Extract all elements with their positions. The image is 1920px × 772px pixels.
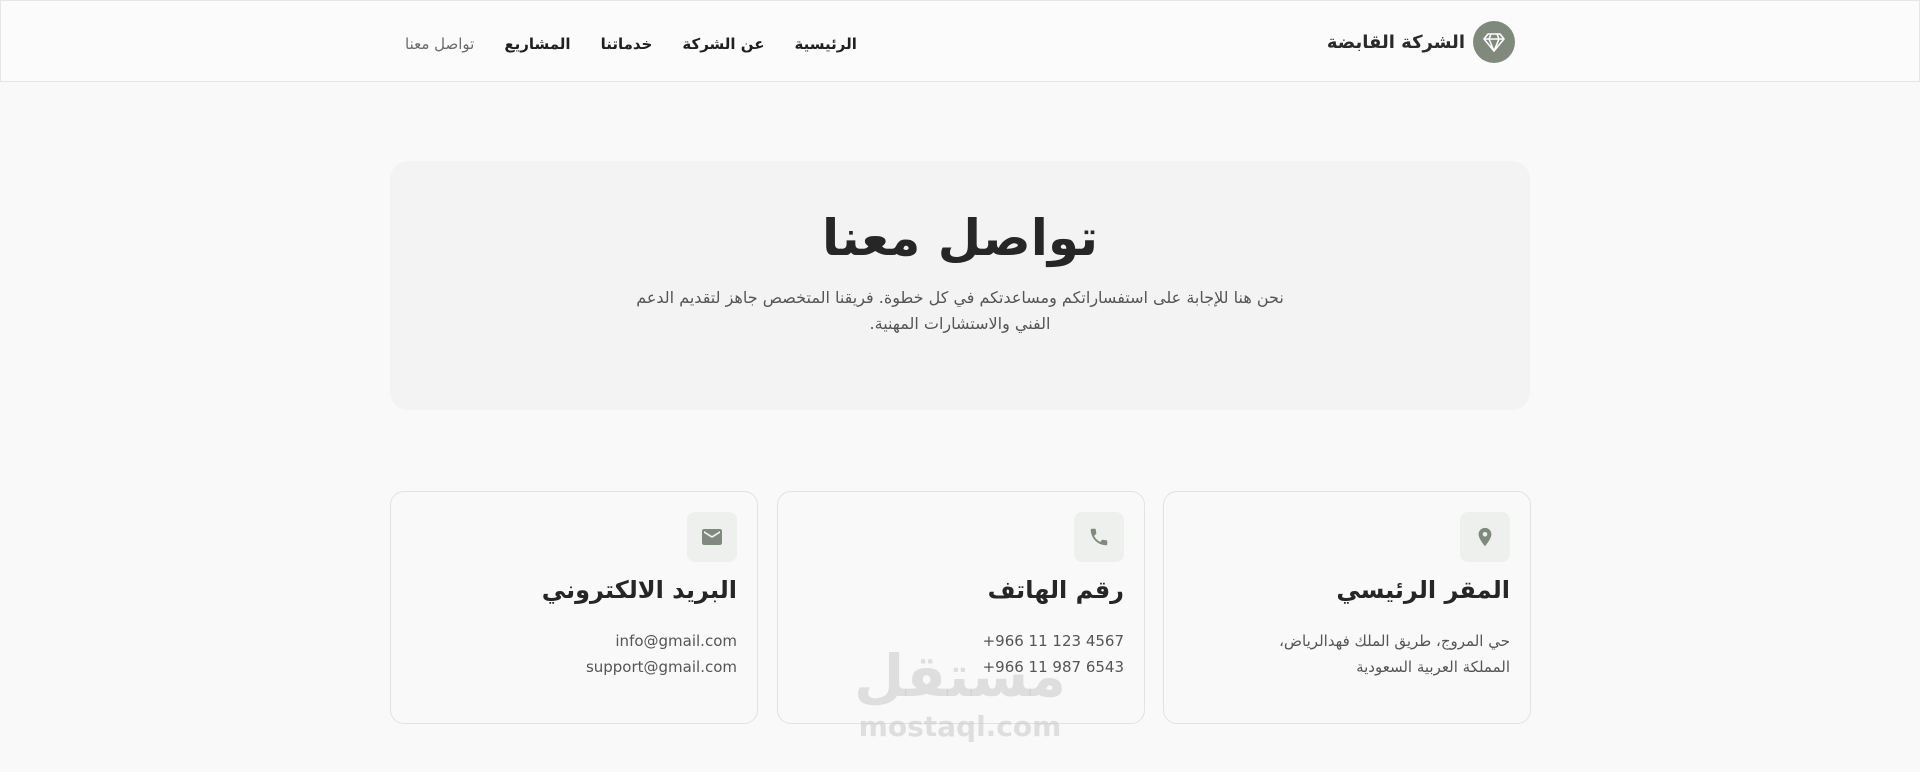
address-line: المملكة العربية السعودية xyxy=(1356,658,1510,676)
card-details: حي المروج، طريق الملك فهدالرياض، المملكة… xyxy=(1279,628,1510,680)
main-nav: الرئيسية عن الشركة خدماتنا المشاريع تواص… xyxy=(405,27,857,61)
card-title: رقم الهاتف xyxy=(987,576,1124,604)
diamond-icon xyxy=(1473,21,1515,63)
hero-section: تواصل معنا نحن هنا للإجابة على استفسارات… xyxy=(390,161,1530,410)
card-details: info@gmail.com support@gmail.com xyxy=(586,628,737,680)
contact-card-phone: رقم الهاتف +966 11 123 4567 +966 11 987 … xyxy=(777,491,1145,724)
page-title: تواصل معنا xyxy=(822,209,1098,267)
site-header: الشركة القابضة الرئيسية عن الشركة خدماتن… xyxy=(0,0,1920,82)
contact-card-email: البريد الالكتروني info@gmail.com support… xyxy=(390,491,758,724)
card-title: البريد الالكتروني xyxy=(541,576,737,604)
hero-subtitle: نحن هنا للإجابة على استفساراتكم ومساعدتك… xyxy=(636,288,1284,333)
nav-contact[interactable]: تواصل معنا xyxy=(405,35,474,53)
phone-number[interactable]: +966 11 987 6543 xyxy=(983,654,1124,680)
card-details: +966 11 123 4567 +966 11 987 6543 xyxy=(983,628,1124,680)
phone-icon xyxy=(1074,512,1124,562)
brand-name: الشركة القابضة xyxy=(1326,31,1465,53)
nav-services[interactable]: خدماتنا xyxy=(601,35,653,53)
email-address[interactable]: support@gmail.com xyxy=(586,654,737,680)
nav-projects[interactable]: المشاريع xyxy=(504,35,570,53)
location-pin-icon xyxy=(1460,512,1510,562)
nav-home[interactable]: الرئيسية xyxy=(795,35,857,53)
mail-icon xyxy=(687,512,737,562)
contact-card-address: المقر الرئيسي حي المروج، طريق الملك فهدا… xyxy=(1163,491,1531,724)
address-line: حي المروج، طريق الملك فهدالرياض، xyxy=(1279,632,1510,650)
nav-about[interactable]: عن الشركة xyxy=(682,35,764,53)
brand[interactable]: الشركة القابضة xyxy=(1327,21,1515,63)
card-title: المقر الرئيسي xyxy=(1336,576,1510,604)
phone-number[interactable]: +966 11 123 4567 xyxy=(983,628,1124,654)
email-address[interactable]: info@gmail.com xyxy=(586,628,737,654)
